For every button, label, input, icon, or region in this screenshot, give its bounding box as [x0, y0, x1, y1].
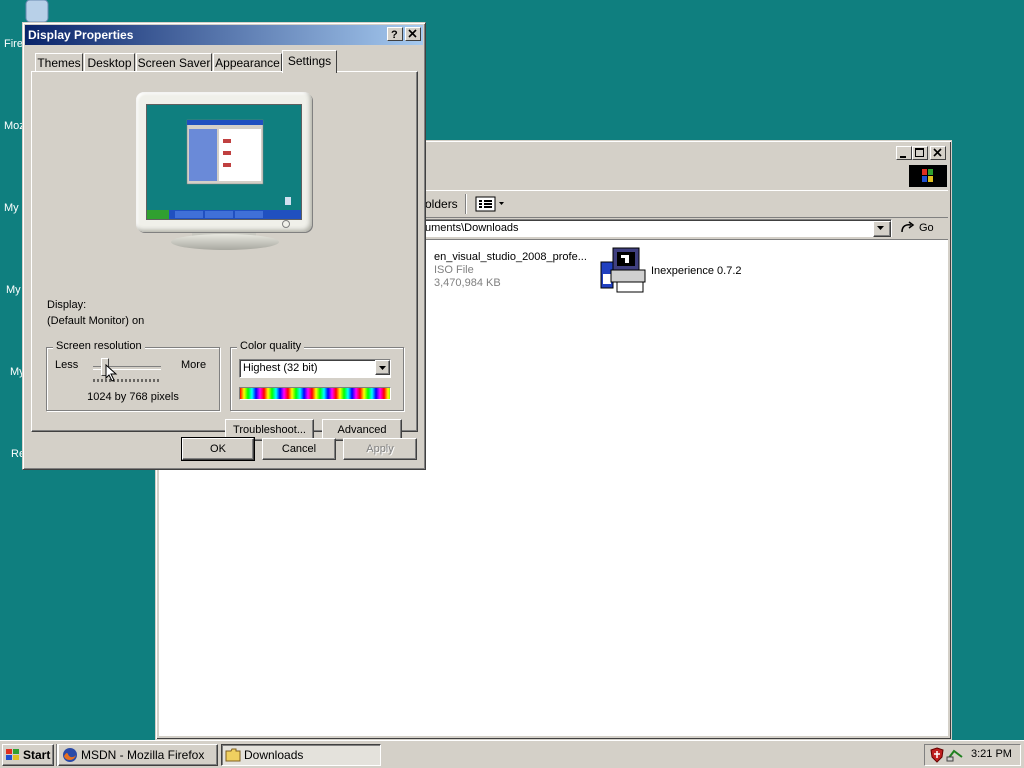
task-downloads[interactable]: Downloads — [221, 744, 381, 766]
resolution-slider[interactable] — [93, 357, 161, 383]
clock: 3:21 PM — [971, 748, 1012, 760]
settings-panel: Display: (Default Monitor) on Screen res… — [31, 71, 418, 441]
recycle-bin-icon — [25, 0, 49, 23]
ok-button[interactable]: OK — [181, 437, 255, 461]
chevron-down-icon — [379, 366, 386, 370]
screen-resolution-title: Screen resolution — [53, 340, 145, 352]
dialog-titlebar[interactable]: Display Properties ? — [25, 25, 423, 45]
separator — [465, 194, 466, 214]
tab-settings[interactable]: Settings — [282, 50, 337, 73]
start-button[interactable]: Start — [2, 744, 54, 766]
folders-button[interactable]: olders — [425, 197, 458, 211]
help-icon: ? — [391, 29, 398, 41]
dialog-close-button[interactable] — [405, 27, 421, 41]
svg-text:?: ? — [391, 29, 398, 39]
tab-appearance[interactable]: Appearance — [213, 53, 282, 72]
monitor-screen-preview — [146, 104, 302, 220]
address-dropdown-button[interactable] — [873, 221, 891, 237]
resolution-less-label: Less — [55, 359, 79, 371]
file-item-inexperience[interactable]: Inexperience 0.7.2 — [599, 246, 799, 296]
help-button[interactable]: ? — [387, 27, 403, 41]
taskbar-separator — [56, 744, 57, 766]
dialog-title: Display Properties — [28, 28, 134, 42]
maximize-icon — [915, 148, 924, 157]
color-quality-select[interactable]: Highest (32 bit) — [239, 359, 391, 378]
windows-logo — [909, 165, 947, 187]
tab-desktop[interactable]: Desktop — [84, 53, 135, 72]
minimize-button[interactable] — [896, 146, 912, 160]
file-item-iso[interactable]: en_visual_studio_2008_profe... ISO File … — [434, 250, 604, 290]
close-icon — [933, 148, 942, 157]
resolution-value: 1024 by 768 pixels — [87, 391, 179, 403]
desktop-preview-graphic — [147, 119, 301, 219]
file-type: ISO File — [434, 264, 474, 276]
screen-resolution-group: Screen resolution Less More 1024 by 768 … — [46, 340, 220, 411]
windows-flag-icon — [6, 749, 19, 760]
file-name: Inexperience 0.7.2 — [651, 265, 742, 277]
display-value: (Default Monitor) on — [47, 315, 145, 327]
close-button[interactable] — [930, 146, 946, 160]
monitor-preview — [136, 92, 312, 232]
installer-icon — [600, 247, 646, 293]
display-label: Display: — [47, 299, 87, 311]
folder-icon — [225, 748, 241, 762]
maximize-button[interactable] — [912, 146, 928, 160]
display-properties-dialog[interactable]: Display Properties ? Themes Desktop Scre… — [22, 22, 426, 470]
minimize-icon — [900, 156, 906, 158]
windows-flag-icon — [922, 169, 933, 182]
color-quality-dropdown-button[interactable] — [375, 360, 390, 375]
color-spectrum-bar — [239, 387, 391, 400]
system-tray: 3:21 PM — [924, 744, 1021, 766]
security-shield-icon[interactable] — [929, 747, 945, 763]
taskbar: Start MSDN - Mozilla Firefox Downloads 3… — [0, 740, 1024, 768]
mouse-cursor-icon — [105, 364, 118, 382]
task-firefox[interactable]: MSDN - Mozilla Firefox — [58, 744, 218, 766]
close-icon — [408, 29, 417, 38]
monitor-power-button — [282, 220, 290, 228]
views-button[interactable] — [473, 194, 507, 214]
file-size: 3,470,984 KB — [434, 277, 501, 289]
slider-ticks — [93, 379, 159, 382]
apply-button[interactable]: Apply — [343, 438, 417, 460]
color-quality-group: Color quality Highest (32 bit) — [230, 340, 404, 411]
go-arrow-icon — [901, 221, 915, 233]
network-icon[interactable] — [946, 747, 964, 763]
views-icon — [475, 196, 504, 212]
firefox-icon — [63, 748, 77, 762]
tab-themes[interactable]: Themes — [35, 53, 83, 72]
chevron-down-icon — [877, 226, 884, 230]
file-name: en_visual_studio_2008_profe... — [434, 251, 587, 263]
monitor-stand — [171, 234, 279, 250]
resolution-more-label: More — [181, 359, 207, 371]
cancel-button[interactable]: Cancel — [262, 438, 336, 460]
color-quality-title: Color quality — [237, 340, 305, 352]
go-button[interactable]: Go — [898, 219, 942, 237]
tab-screen-saver[interactable]: Screen Saver — [136, 53, 212, 72]
